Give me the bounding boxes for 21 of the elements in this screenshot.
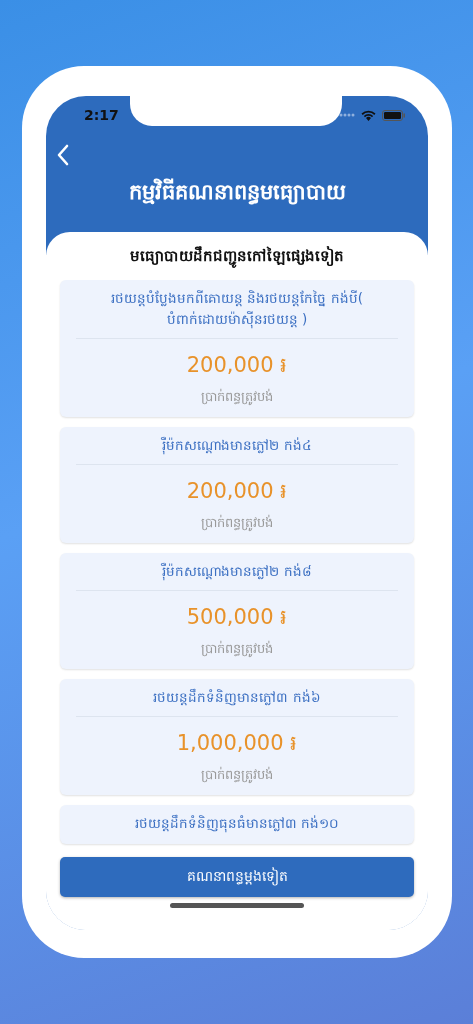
wifi-icon: [361, 109, 376, 121]
section-title: មធ្យោបាយដឹកជញ្ជូនកៅឡៃផ្សេងទៀត: [46, 232, 428, 280]
tax-amount: 200,000 ៛: [186, 477, 288, 505]
vehicle-type: រថយន្តដឹកទំនិញមានភ្លៅ៣ កង់៦: [152, 687, 322, 708]
signal-icon: [339, 113, 355, 117]
tax-amount: 500,000 ៛: [186, 603, 288, 631]
amount-caption: ប្រាក់ពន្ធត្រូវបង់: [201, 765, 273, 785]
vehicle-type: រថយន្តបំប្លែងមកពីគោយន្ត និងរថយន្តកែច្នៃ កង់បី( បំពាក់ដោយម៉ាស៊ីនរថយន្ត ): [110, 289, 364, 330]
tax-amount: 1,000,000 ៛: [176, 729, 298, 757]
amount-caption: ប្រាក់ពន្ធត្រូវបង់: [201, 513, 273, 533]
screen-title: កម្មវិធីគណនាពន្ធមធ្យោបាយ: [127, 178, 347, 207]
vehicle-type: រថយន្តដឹកទំនិញធុនធំមានភ្លៅ៣ កង់១០: [133, 813, 341, 834]
amount-caption: ប្រាក់ពន្ធត្រូវបង់: [201, 639, 273, 659]
amount-caption: ប្រាក់ពន្ធត្រូវបង់: [201, 387, 273, 407]
tax-amount: 200,000 ៛: [186, 351, 288, 379]
back-icon[interactable]: [56, 144, 70, 166]
recalculate-button[interactable]: គណនាពន្ធម្តងទៀត: [60, 857, 414, 897]
vehicle-type: រ៉ឺម៉កសណ្តោងមានភ្លៅ២ កង់៨: [160, 561, 313, 582]
status-time: 2:17: [84, 107, 119, 123]
battery-icon: [382, 109, 406, 121]
vehicle-type: រ៉ឺម៉កសណ្តោងមានភ្លៅ២ កង់៤: [160, 435, 313, 456]
